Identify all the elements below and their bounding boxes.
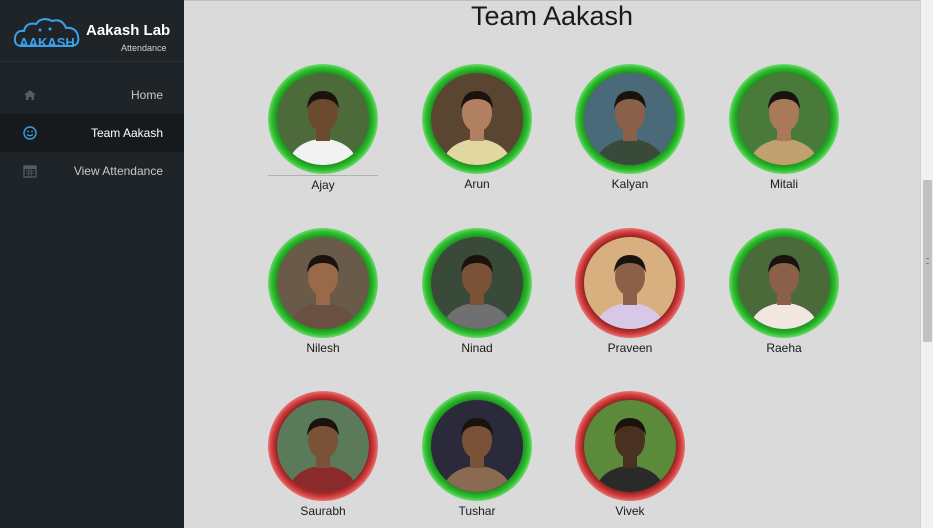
- logo-text: AAKASH: [19, 35, 75, 50]
- member-photo: [584, 237, 676, 329]
- status-ring: [575, 64, 685, 174]
- member-photo: [431, 237, 523, 329]
- status-ring: [575, 391, 685, 501]
- status-ring: [268, 64, 378, 174]
- nav-label-team-aakash: Team Aakash: [90, 126, 163, 140]
- member-name: Tushar: [458, 504, 496, 518]
- calendar-icon: [23, 165, 37, 178]
- status-ring: [729, 228, 839, 338]
- team-member-card[interactable]: Praveen: [575, 228, 687, 368]
- status-ring: [422, 391, 532, 501]
- status-ring: [575, 228, 685, 338]
- member-name: Ajay: [268, 175, 378, 192]
- brand-header[interactable]: AAKASH Aakash Lab Attendance: [0, 0, 184, 62]
- member-photo: [277, 400, 369, 492]
- team-member-card[interactable]: Mitali: [729, 64, 841, 204]
- team-member-card[interactable]: Ninad: [422, 228, 534, 368]
- brand-title: Aakash Lab: [86, 22, 171, 39]
- scrollbar-grip-icon: [926, 258, 929, 264]
- member-name: Mitali: [769, 177, 798, 191]
- status-ring: [422, 64, 532, 174]
- brand-subtitle: Attendance: [121, 43, 167, 53]
- nav-item-team-aakash[interactable]: Team Aakash: [0, 114, 184, 152]
- status-ring: [422, 228, 532, 338]
- nav-label-home: Home: [130, 88, 163, 102]
- nav-item-home[interactable]: Home: [0, 76, 184, 114]
- status-ring: [268, 391, 378, 501]
- team-member-card[interactable]: Tushar: [422, 391, 534, 528]
- member-name: Vivek: [615, 504, 645, 518]
- member-name: Saurabh: [300, 504, 346, 518]
- team-member-card[interactable]: Vivek: [575, 391, 687, 528]
- sidebar-nav: Home Team Aakash View Attendance: [0, 76, 184, 190]
- home-icon: [24, 90, 36, 100]
- member-name: Praveen: [607, 341, 653, 355]
- team-member-card[interactable]: Arun: [422, 64, 534, 204]
- team-member-card[interactable]: Kalyan: [575, 64, 687, 204]
- nav-label-view-attendance: View Attendance: [73, 164, 163, 178]
- main-content: Team Aakash Ajay Arun Kalyan Mitali Nilesh Ni…: [184, 0, 920, 528]
- team-member-card[interactable]: Nilesh: [268, 228, 380, 368]
- member-name: Raeha: [766, 341, 802, 355]
- member-name: Arun: [464, 177, 490, 191]
- member-name: Nilesh: [306, 341, 340, 355]
- member-photo: [584, 400, 676, 492]
- team-member-card[interactable]: Saurabh: [268, 391, 380, 528]
- smiley-icon: [23, 126, 37, 140]
- team-member-card[interactable]: Raeha: [729, 228, 841, 368]
- member-photo: [738, 237, 830, 329]
- member-name: Kalyan: [611, 177, 649, 191]
- member-photo: [277, 237, 369, 329]
- scrollbar-thumb[interactable]: [923, 180, 932, 342]
- member-photo: [431, 73, 523, 165]
- member-photo: [431, 400, 523, 492]
- member-photo: [584, 73, 676, 165]
- sidebar: AAKASH Aakash Lab Attendance Home Team A…: [0, 0, 184, 528]
- status-ring: [268, 228, 378, 338]
- member-name: Ninad: [461, 341, 493, 355]
- page-title: Team Aakash: [470, 1, 634, 31]
- aakash-cloud-logo: AAKASH: [13, 18, 80, 50]
- nav-item-view-attendance[interactable]: View Attendance: [0, 152, 184, 190]
- member-photo: [277, 73, 369, 165]
- team-member-card[interactable]: Ajay: [268, 64, 380, 204]
- vertical-scrollbar[interactable]: [920, 0, 933, 528]
- status-ring: [729, 64, 839, 174]
- member-photo: [738, 73, 830, 165]
